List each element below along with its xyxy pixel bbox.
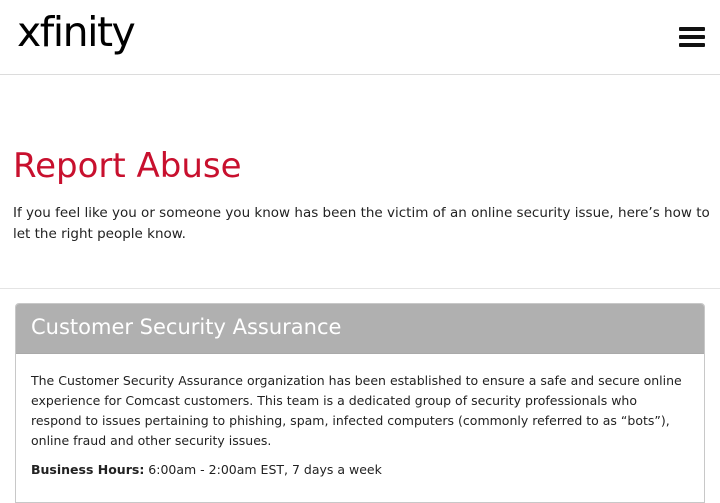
intro-text: If you feel like you or someone you know… (13, 205, 710, 242)
site-header: xfinity (0, 0, 720, 75)
hamburger-menu-icon[interactable] (679, 24, 705, 48)
business-hours: Business Hours: 6:00am - 2:00am EST, 7 d… (31, 460, 691, 480)
menu-bar-bottom (679, 43, 705, 47)
business-hours-label: Business Hours: (31, 462, 145, 477)
panel-title: Customer Security Assurance (31, 315, 342, 339)
section-divider (0, 288, 720, 289)
menu-bar-middle (679, 35, 705, 39)
business-hours-value: 6:00am - 2:00am EST, 7 days a week (148, 462, 382, 477)
page-title: Report Abuse (13, 146, 242, 186)
menu-bar-top (679, 27, 705, 31)
customer-security-panel: Customer Security Assurance The Customer… (15, 303, 705, 503)
panel-header[interactable]: Customer Security Assurance (16, 304, 704, 354)
xfinity-logo[interactable]: xfinity (17, 12, 136, 53)
panel-description: The Customer Security Assurance organiza… (31, 373, 682, 448)
